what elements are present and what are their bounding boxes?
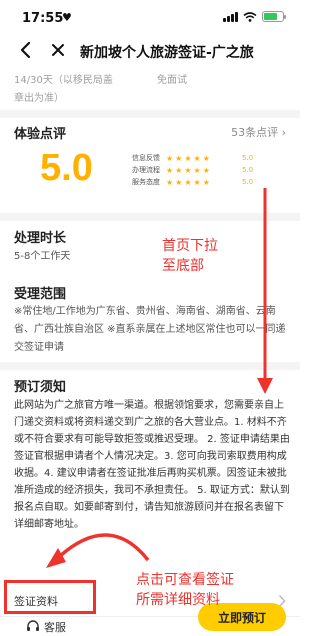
scroll-hint-annotation: 首页下拉 至底部 <box>162 236 218 276</box>
page-title: 新加坡个人旅游签证-广之旅 <box>80 45 254 61</box>
status-time: 17:55 <box>22 11 64 26</box>
section-divider <box>0 110 300 118</box>
section-divider <box>0 213 300 221</box>
reviews-title: 体验点评 <box>14 127 67 142</box>
rating-row: 服务态度 ★★★★★ 5.0 <box>132 176 272 188</box>
rating-value: 5.0 <box>242 178 254 186</box>
status-icons <box>223 11 286 22</box>
nav-bar: 新加坡个人旅游签证-广之旅 <box>0 34 300 66</box>
scope-title: 受理范围 <box>14 287 67 302</box>
interview-text: 免面试 <box>157 75 187 86</box>
wifi-icon <box>243 11 257 22</box>
rating-value: 5.0 <box>242 166 254 174</box>
review-count: 53条点评 <box>231 126 279 139</box>
scroll-hint-line2: 至底部 <box>162 258 204 274</box>
rating-row: 办理流程 ★★★★★ 5.0 <box>132 164 272 176</box>
processing-title: 处理时长 <box>14 231 67 246</box>
validity-row: 14/30天（以移民局盖章出为准） 免面试 <box>14 72 294 108</box>
battery-icon <box>262 11 286 22</box>
rating-label: 信息反馈 <box>132 154 160 162</box>
rating-stars-icon: ★★★★★ <box>166 177 212 187</box>
processing-text: 5-8个工作天 <box>14 251 71 262</box>
heart-icon: ♥ <box>62 11 72 24</box>
rating-row: 信息反馈 ★★★★★ 5.0 <box>132 152 272 164</box>
review-count-link[interactable]: 53条点评 › <box>231 124 286 140</box>
close-icon[interactable] <box>48 40 68 60</box>
notice-title: 预订须知 <box>14 380 67 395</box>
review-score: 5.0 <box>40 147 93 189</box>
stay-duration-text: 14/30天（以移民局盖章出为准） <box>14 75 113 104</box>
materials-hint-annotation: 点击可查看签证 所需详细资料 <box>136 570 234 610</box>
materials-hint-line1: 点击可查看签证 <box>136 572 234 588</box>
customer-service-label: 客服 <box>44 621 66 634</box>
materials-highlight-box <box>4 580 96 614</box>
back-arrow-icon[interactable] <box>16 40 36 60</box>
battery-level <box>264 13 277 20</box>
bottom-bar: 客服 立即预订 <box>0 603 300 636</box>
signal-icon <box>223 11 238 22</box>
rating-value: 5.0 <box>242 154 254 162</box>
customer-service-button[interactable]: 客服 <box>26 619 66 635</box>
scroll-hint-line1: 首页下拉 <box>162 238 218 254</box>
status-bar: 17:55 ♥ <box>0 0 300 34</box>
materials-hint-line2: 所需详细资料 <box>136 592 220 608</box>
scope-text: ※常住地/工作地为广东省、贵州省、海南省、湖南省、云南省、广西壮族自治区 ※直系… <box>14 306 286 353</box>
rating-stars-icon: ★★★★★ <box>166 153 212 163</box>
rating-label: 服务态度 <box>132 178 160 186</box>
rating-label: 办理流程 <box>132 166 160 174</box>
rating-breakdown: 信息反馈 ★★★★★ 5.0 办理流程 ★★★★★ 5.0 服务态度 ★★★★★ 5.0 <box>132 152 272 188</box>
section-divider <box>0 362 300 370</box>
rating-stars-icon: ★★★★★ <box>166 165 212 175</box>
chevron-right-icon: › <box>281 126 286 139</box>
headset-icon <box>27 620 39 631</box>
notice-text: 此网站为广之旅官方唯一渠道。根据领馆要求，您需要亲自上门递交资料或将资料递交到广… <box>14 400 290 530</box>
